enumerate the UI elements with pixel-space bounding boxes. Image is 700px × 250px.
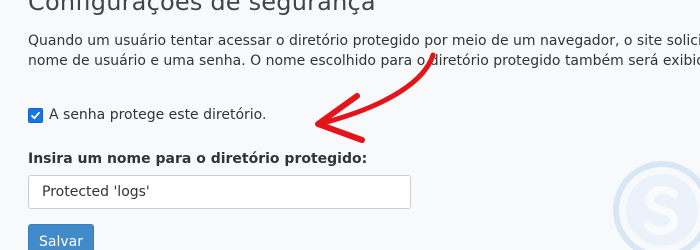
password-protect-checkbox[interactable] [28, 107, 43, 123]
password-protect-option[interactable]: A senha protege este diretório. [28, 107, 266, 123]
description-line-2: nome de usuário e uma senha. O nome esco… [28, 53, 700, 69]
checkmark-icon [31, 111, 40, 119]
description-line-1: Quando um usuário tentar acessar o diret… [28, 33, 700, 49]
page-description: Quando um usuário tentar acessar o diret… [28, 31, 700, 71]
page-title: Configurações de segurança [28, 0, 376, 16]
password-protect-label: A senha protege este diretório. [49, 107, 267, 123]
save-button[interactable]: Salvar [28, 224, 94, 250]
directory-name-label: Insira um nome para o diretório protegid… [28, 151, 368, 167]
watermark-logo-icon [613, 161, 700, 250]
directory-name-input[interactable]: Protected 'logs' [28, 175, 411, 209]
security-settings-page: Configurações de segurança Quando um usu… [0, 0, 700, 250]
